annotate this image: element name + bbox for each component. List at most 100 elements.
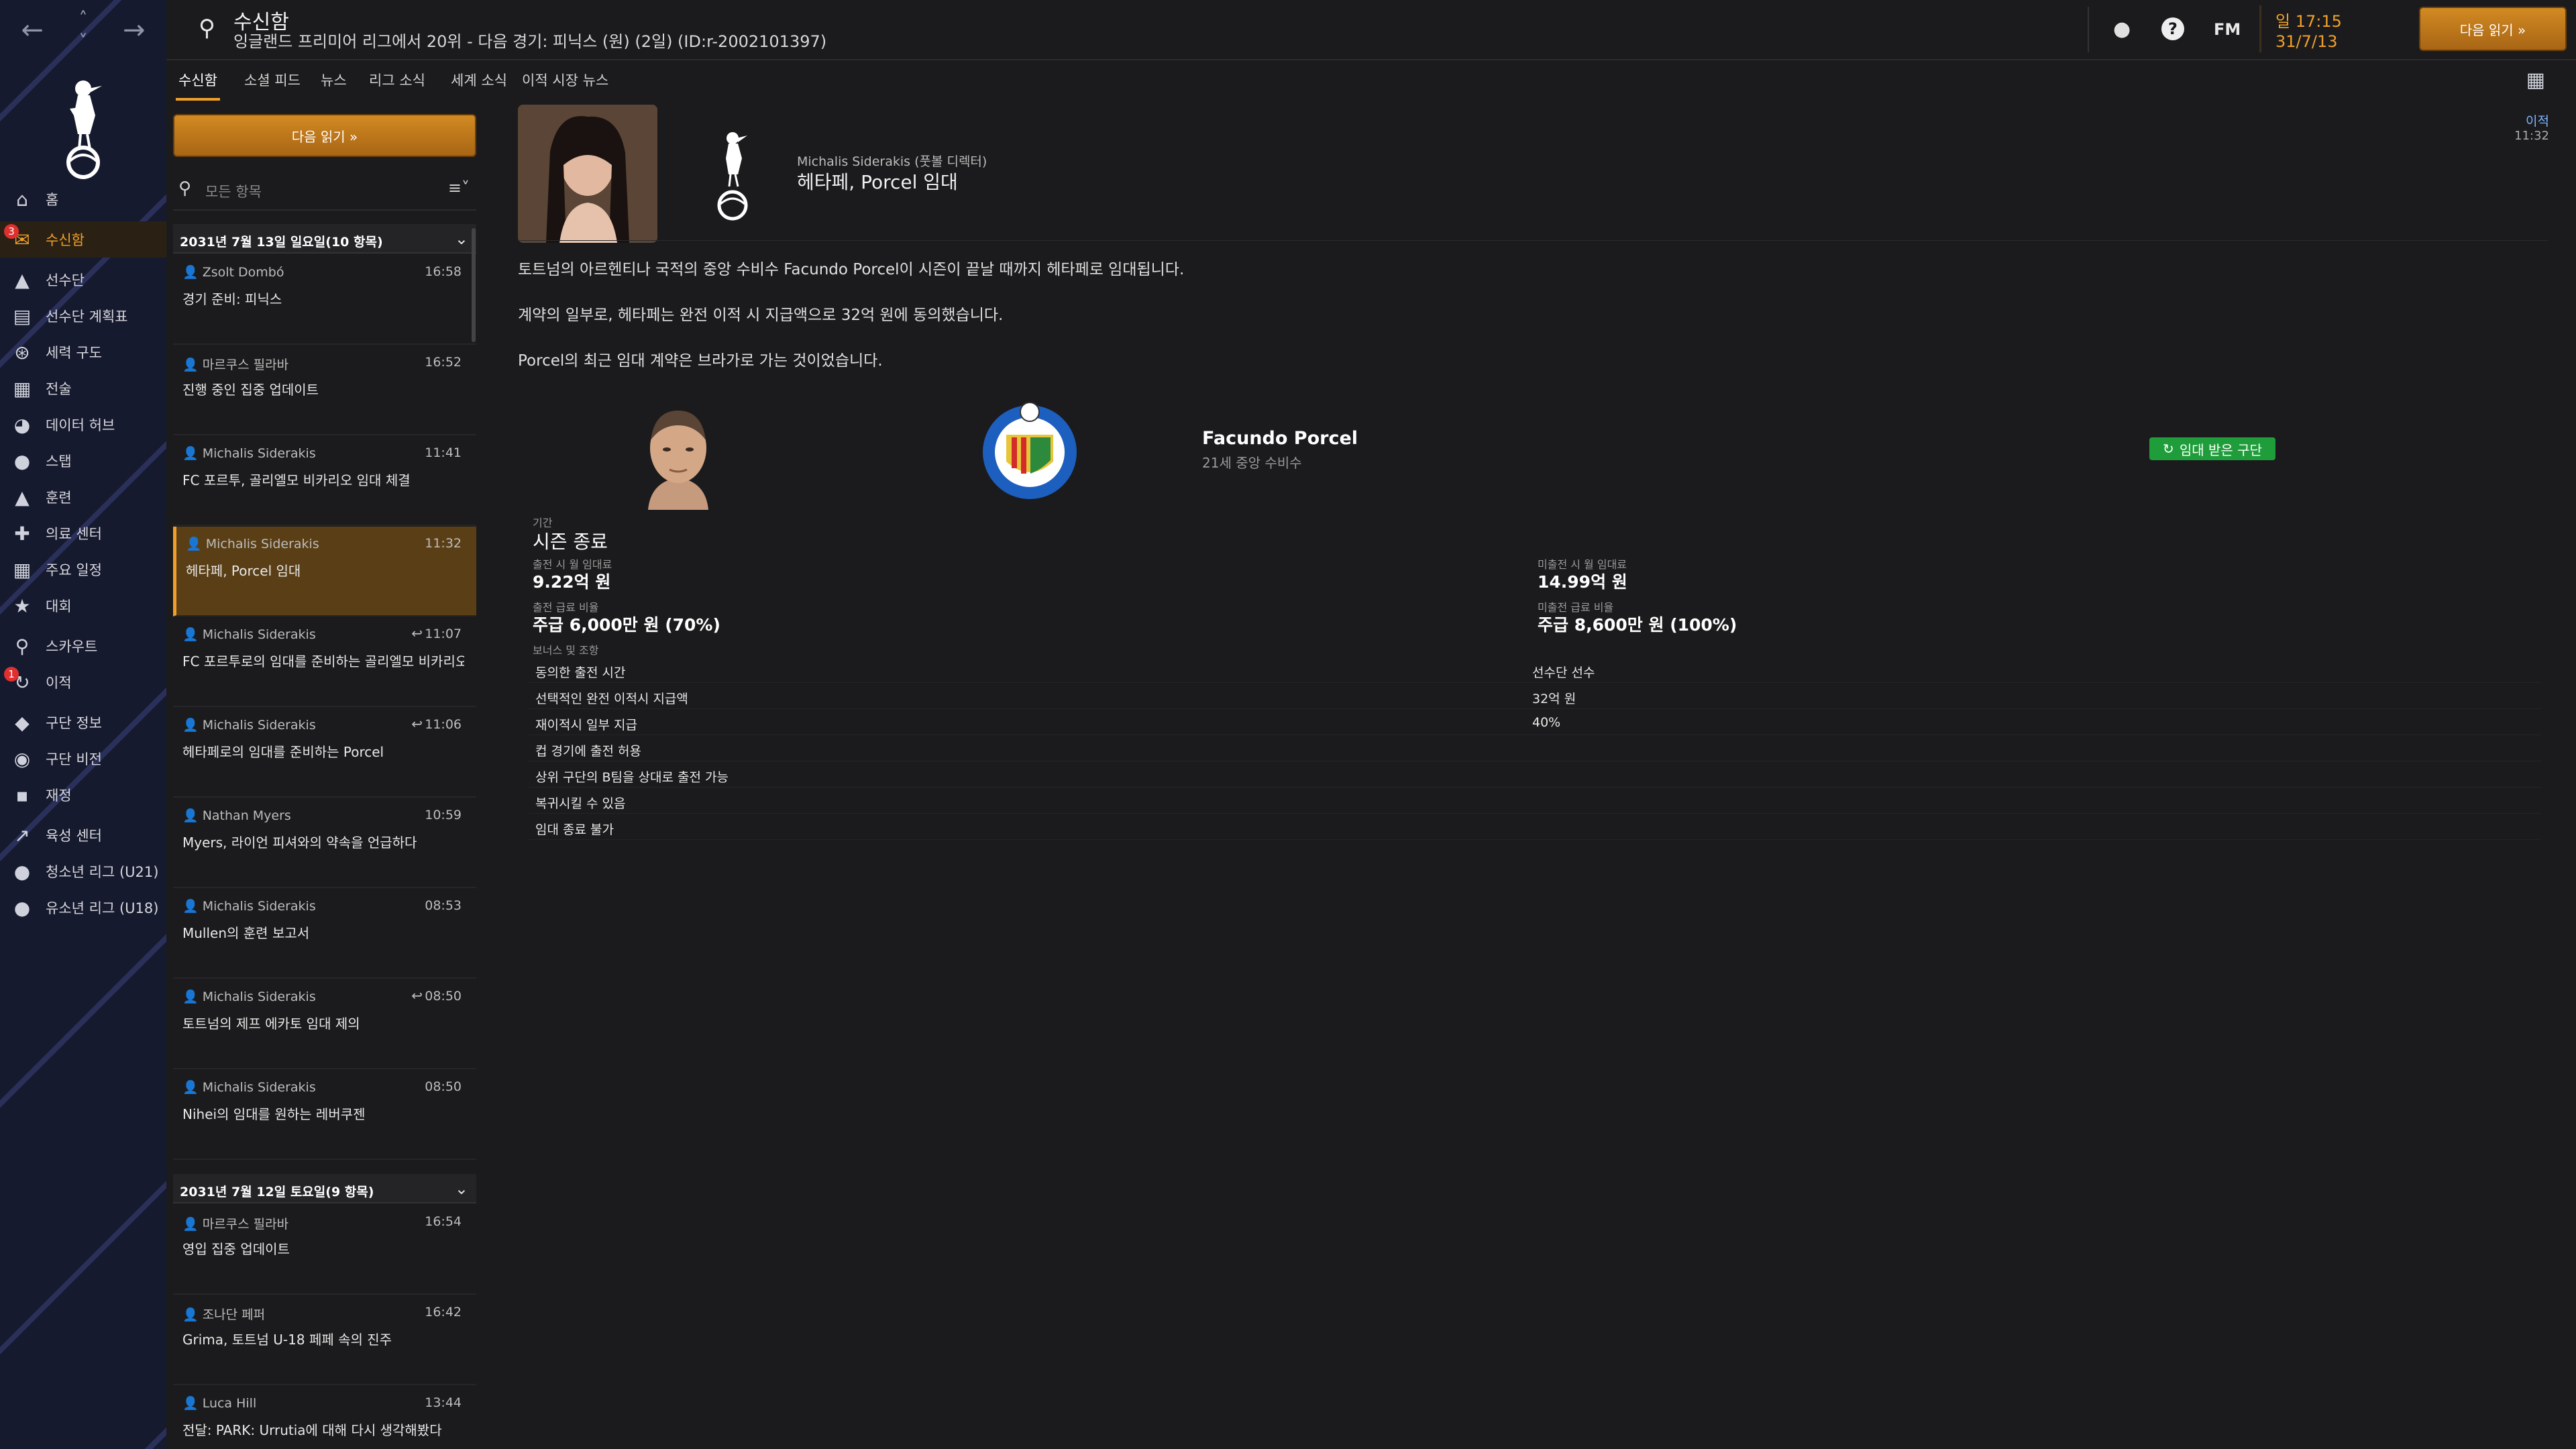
inbox-message[interactable]: 👤 마르쿠스 필라바 16:52 진행 중인 집중 업데이트 [173, 345, 476, 435]
message-detail: Michalis Siderakis (풋볼 디렉터) 헤타페, Porcel … [510, 101, 2576, 1449]
message-sender: 👤 Michalis Siderakis [182, 627, 316, 642]
inbox-message[interactable]: 👤 Michalis Siderakis 08:53 Mullen의 훈련 보고서 [173, 889, 476, 979]
chevron-down-icon[interactable]: ⌄ [455, 1179, 468, 1198]
sidebar-item-11[interactable]: ★ 대회 [0, 588, 166, 624]
inbox-message[interactable]: 👤 Luca Hill 13:44 전달: PARK: Urrutia에 대해 다시… [173, 1386, 476, 1449]
message-time: 16:52 [425, 355, 462, 370]
message-time: 08:53 [425, 898, 462, 913]
option-key: 컵 경기에 출전 허용 [535, 744, 641, 759]
sidebar-item-0[interactable]: ⌂ 홈 [0, 181, 166, 217]
message-sender: 👤 Luca Hill [182, 1396, 257, 1411]
option-key: 선택적인 완전 이적시 지급액 [535, 692, 688, 706]
message-time: 08:50 [425, 989, 462, 1004]
message-time: 16:42 [425, 1305, 462, 1320]
appear-fee-value: 9.22억 원 [533, 572, 611, 592]
inbox-message[interactable]: 👤 Michalis Siderakis 08:50 토트넘의 제프 에카토 임대 … [173, 979, 476, 1069]
filter-placeholder: 모든 항목 [205, 184, 262, 200]
message-subject: 진행 중인 집중 업데이트 [182, 382, 319, 398]
sidebar-item-2[interactable]: ▲ 선수단 [0, 262, 166, 298]
tab-1[interactable]: 소셜 피드 [241, 67, 303, 98]
player-face-image[interactable] [635, 402, 722, 510]
forward-arrow-icon[interactable]: → [116, 12, 152, 48]
sidebar-item-17[interactable]: ↗ 육성 센터 [0, 817, 166, 853]
finance-icon: ▪ [15, 784, 29, 806]
sidebar-item-8[interactable]: ▲ 훈련 [0, 479, 166, 515]
chevron-down-icon[interactable]: ⌄ [455, 229, 468, 248]
sidebar-item-label: 스카우트 [46, 639, 98, 655]
sidebar-item-12[interactable]: ⚲ 스카우트 [0, 628, 166, 664]
notification-badge: 3 [4, 224, 19, 239]
sidebar-item-3[interactable]: ▤ 선수단 계획표 [0, 298, 166, 334]
sidebar-item-label: 선수단 [46, 272, 85, 288]
tab-4[interactable]: 세계 소식 [448, 67, 510, 98]
sidebar-item-10[interactable]: ▦ 주요 일정 [0, 551, 166, 588]
tab-2[interactable]: 뉴스 [318, 67, 350, 98]
club-crest-icon[interactable] [43, 62, 123, 182]
current-date[interactable]: 31/7/13 [2275, 32, 2338, 51]
sidebar-item-19[interactable]: ● 유소년 리그 (U18) [0, 890, 166, 926]
continue-button[interactable]: 다음 읽기 » [2419, 7, 2567, 51]
data-hub-icon: ◕ [13, 413, 31, 436]
message-tag[interactable]: 이적 [2526, 111, 2549, 129]
globe-icon[interactable]: ● [2113, 17, 2131, 41]
message-time: 13:44 [425, 1395, 462, 1410]
inbox-message[interactable]: 👤 Michalis Siderakis 11:32 헤타페, Porcel 임대 [173, 527, 476, 616]
inbox-message[interactable]: 👤 Zsolt Dombó 16:58 경기 준비: 피닉스 [173, 255, 476, 345]
notification-badge: 1 [4, 667, 19, 682]
chevron-down-icon[interactable]: ˅ [78, 30, 87, 53]
sidebar-item-14[interactable]: ◆ 구단 정보 [0, 704, 166, 741]
search-icon[interactable]: ⚲ [199, 15, 215, 42]
inbox-message[interactable]: 👤 Michalis Siderakis 11:07 FC 포르투로의 임대를 준비… [173, 617, 476, 707]
sidebar-item-7[interactable]: ● 스탭 [0, 443, 166, 479]
option-value: 32억 원 [1532, 692, 1576, 706]
sidebar-item-15[interactable]: ◉ 구단 비전 [0, 741, 166, 777]
app-window: ← ˄ ˅ → ⌂ 홈 ✉ 수신함 3 ▲ 선수단 ▤ 선수단 계획표 ⊛ 세력 구도 ▦ 전술 ◕ 데이터… [0, 0, 2576, 1449]
sidebar-item-13[interactable]: ↻ 이적 1 [0, 664, 166, 700]
sort-menu-icon[interactable]: ≡˅ [448, 178, 470, 197]
divider [518, 240, 2548, 241]
sidebar-item-1[interactable]: ✉ 수신함 3 [0, 221, 166, 258]
inbox-message[interactable]: 👤 Nathan Myers 10:59 Myers, 라이언 피셔와의 약속을 언… [173, 798, 476, 888]
sidebar-item-label: 데이터 허브 [46, 417, 115, 433]
tab-0[interactable]: 수신함 [176, 67, 220, 101]
group-title: 2031년 7월 13일 일요일(10 항목) [180, 235, 383, 250]
getafe-crest-icon[interactable] [979, 400, 1080, 500]
sidebar-item-label: 재정 [46, 788, 72, 804]
sidebar-item-9[interactable]: ✚ 의료 센터 [0, 515, 166, 551]
back-arrow-icon[interactable]: ← [14, 12, 50, 48]
loan-status-badge[interactable]: ↻ 임대 받은 구단 [2149, 437, 2275, 460]
inbox-message[interactable]: 👤 Michalis Siderakis 11:06 헤타페로의 임대를 준비하는 … [173, 708, 476, 798]
inbox-message[interactable]: 👤 조나단 페퍼 16:42 Grima, 토트넘 U-18 페페 속의 진주 [173, 1295, 476, 1385]
home-icon: ⌂ [16, 188, 28, 211]
up-down-nav[interactable]: ˄ ˅ [78, 7, 87, 53]
inbox-continue-button[interactable]: 다음 읽기 » [173, 114, 476, 157]
sidebar-item-5[interactable]: ▦ 전술 [0, 370, 166, 407]
inbox-scrollbar[interactable] [472, 228, 476, 342]
chevron-up-icon[interactable]: ˄ [78, 7, 87, 30]
option-value: 40% [1532, 715, 1561, 730]
inbox-message[interactable]: 👤 Michalis Siderakis 08:50 Nihei의 임대를 원하는 … [173, 1070, 476, 1160]
inbox-date-group[interactable]: 2031년 7월 13일 일요일(10 항목) ⌄ [173, 224, 476, 254]
sidebar-item-4[interactable]: ⊛ 세력 구도 [0, 334, 166, 370]
message-sender: 👤 Michalis Siderakis [182, 446, 316, 461]
sender-name[interactable]: Michalis Siderakis (풋볼 디렉터) [797, 152, 987, 170]
inbox-message[interactable]: 👤 마르쿠스 필라바 16:54 영입 집중 업데이트 [173, 1205, 476, 1295]
player-name[interactable]: Facundo Porcel [1202, 428, 1358, 449]
help-icon[interactable]: ? [2161, 17, 2184, 40]
sidebar-item-18[interactable]: ● 청소년 리그 (U21) [0, 853, 166, 890]
search-icon: ⚲ [178, 178, 192, 199]
sidebar-item-label: 구단 정보 [46, 715, 102, 731]
inbox-filter[interactable]: ⚲ 모든 항목 ≡˅ [173, 169, 476, 211]
tab-3[interactable]: 리그 소식 [366, 67, 428, 98]
message-time: 11:32 [425, 536, 462, 551]
sidebar-item-16[interactable]: ▪ 재정 [0, 777, 166, 813]
inbox-date-group[interactable]: 2031년 7월 12일 토요일(9 항목) ⌄ [173, 1174, 476, 1203]
sidebar-item-label: 청소년 리그 (U21) [46, 864, 159, 880]
sidebar-item-6[interactable]: ◕ 데이터 허브 [0, 407, 166, 443]
tab-5[interactable]: 이적 시장 뉴스 [519, 67, 611, 98]
fm-logo[interactable]: FM [2214, 20, 2241, 39]
message-sender: 👤 마르쿠스 필라바 [182, 358, 289, 372]
fullscreen-icon[interactable]: ▦ [2526, 68, 2545, 92]
inbox-message[interactable]: 👤 Michalis Siderakis 11:41 FC 포르투, 골리엘모 비카… [173, 436, 476, 526]
loan-option-row: 컵 경기에 출전 허용 [529, 736, 2541, 761]
